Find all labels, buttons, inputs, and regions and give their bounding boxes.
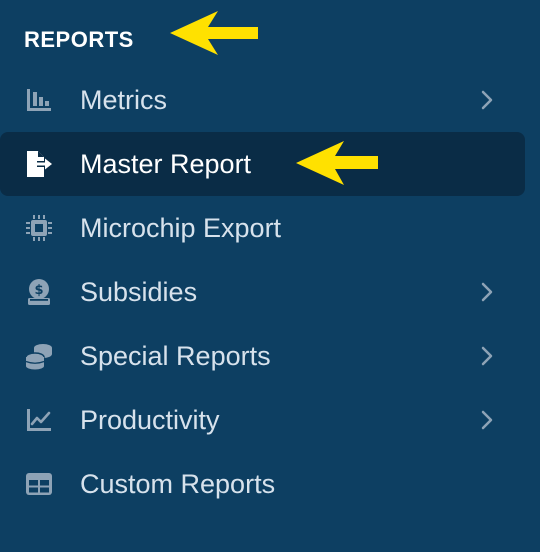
menu-item-master-report[interactable]: Master Report (0, 132, 525, 196)
chevron-right-icon (481, 346, 493, 366)
money-bag-icon: $ (24, 279, 54, 305)
menu-item-label: Metrics (80, 85, 167, 115)
file-export-icon (24, 151, 54, 177)
line-chart-icon (24, 407, 54, 433)
annotation-arrow-reports (170, 11, 258, 55)
menu-item-label: Master Report (80, 149, 252, 179)
table-icon (24, 471, 54, 497)
chevron-right-icon (481, 90, 493, 110)
menu-item-label: Microchip Export (80, 213, 282, 243)
reports-menu: Metrics Master Report Microchip Export $… (0, 68, 540, 516)
menu-item-label: Custom Reports (80, 469, 276, 499)
menu-item-microchip-export[interactable]: Microchip Export (0, 196, 525, 260)
menu-item-productivity[interactable]: Productivity (0, 388, 525, 452)
coins-icon (24, 343, 54, 370)
menu-item-special-reports[interactable]: Special Reports (0, 324, 525, 388)
menu-item-metrics[interactable]: Metrics (0, 68, 525, 132)
menu-item-subsidies[interactable]: $ Subsidies (0, 260, 525, 324)
microchip-icon (24, 215, 54, 241)
chevron-right-icon (481, 282, 493, 302)
menu-item-label: Productivity (80, 405, 220, 435)
menu-item-custom-reports[interactable]: Custom Reports (0, 452, 525, 516)
menu-item-label: Special Reports (80, 341, 271, 371)
annotation-arrow-master-report (296, 141, 378, 185)
section-title-reports: REPORTS (24, 27, 134, 52)
bar-chart-icon (24, 87, 54, 113)
menu-item-label: Subsidies (80, 277, 198, 307)
chevron-right-icon (481, 410, 493, 430)
svg-text:$: $ (34, 283, 43, 298)
